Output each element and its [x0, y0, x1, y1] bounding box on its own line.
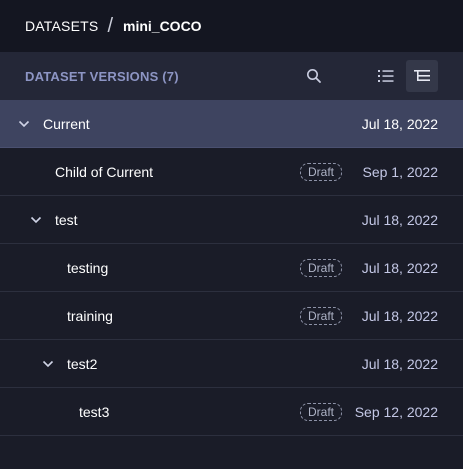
version-row-test2[interactable]: test2 Jul 18, 2022 [0, 340, 463, 388]
version-row-current[interactable]: Current Jul 18, 2022 [0, 100, 463, 148]
search-button[interactable] [298, 60, 330, 92]
version-name: Current [43, 115, 90, 132]
version-date: Jul 18, 2022 [361, 115, 438, 132]
version-date: Jul 18, 2022 [361, 307, 438, 324]
chevron-down-icon[interactable] [17, 117, 31, 131]
list-view-button[interactable] [370, 60, 402, 92]
version-row-training[interactable]: training Draft Jul 18, 2022 [0, 292, 463, 340]
version-name: test [55, 211, 78, 228]
draft-badge: Draft [300, 403, 343, 421]
version-row-test3[interactable]: test3 Draft Sep 12, 2022 [0, 388, 463, 436]
tree-view-button[interactable] [406, 60, 438, 92]
version-date: Jul 18, 2022 [361, 259, 438, 276]
version-name: testing [67, 259, 109, 276]
draft-badge: Draft [300, 307, 343, 325]
draft-badge: Draft [300, 259, 343, 277]
tree-view-icon [414, 70, 430, 81]
version-name: test2 [67, 355, 98, 372]
breadcrumb-current-dataset: mini_COCO [123, 18, 202, 34]
breadcrumb-datasets-link[interactable]: DATASETS [25, 18, 98, 34]
breadcrumb: DATASETS / mini_COCO [0, 0, 463, 52]
version-date: Sep 12, 2022 [354, 403, 438, 420]
versions-header: DATASET VERSIONS (7) [0, 52, 463, 100]
chevron-down-icon[interactable] [41, 357, 55, 371]
breadcrumb-separator: / [107, 15, 113, 37]
version-name: test3 [79, 403, 110, 420]
version-row-testing[interactable]: testing Draft Jul 18, 2022 [0, 244, 463, 292]
list-view-icon [378, 70, 394, 82]
version-row-child-of-current[interactable]: Child of Current Draft Sep 1, 2022 [0, 148, 463, 196]
draft-badge: Draft [300, 163, 343, 181]
version-name: Child of Current [55, 163, 154, 180]
search-icon [307, 69, 321, 83]
version-date: Sep 1, 2022 [362, 163, 438, 180]
version-name: training [67, 307, 113, 324]
version-row-test[interactable]: test Jul 18, 2022 [0, 196, 463, 244]
version-date: Jul 18, 2022 [361, 355, 438, 372]
versions-title: DATASET VERSIONS (7) [25, 68, 179, 84]
chevron-down-icon[interactable] [29, 213, 43, 227]
version-date: Jul 18, 2022 [361, 211, 438, 228]
